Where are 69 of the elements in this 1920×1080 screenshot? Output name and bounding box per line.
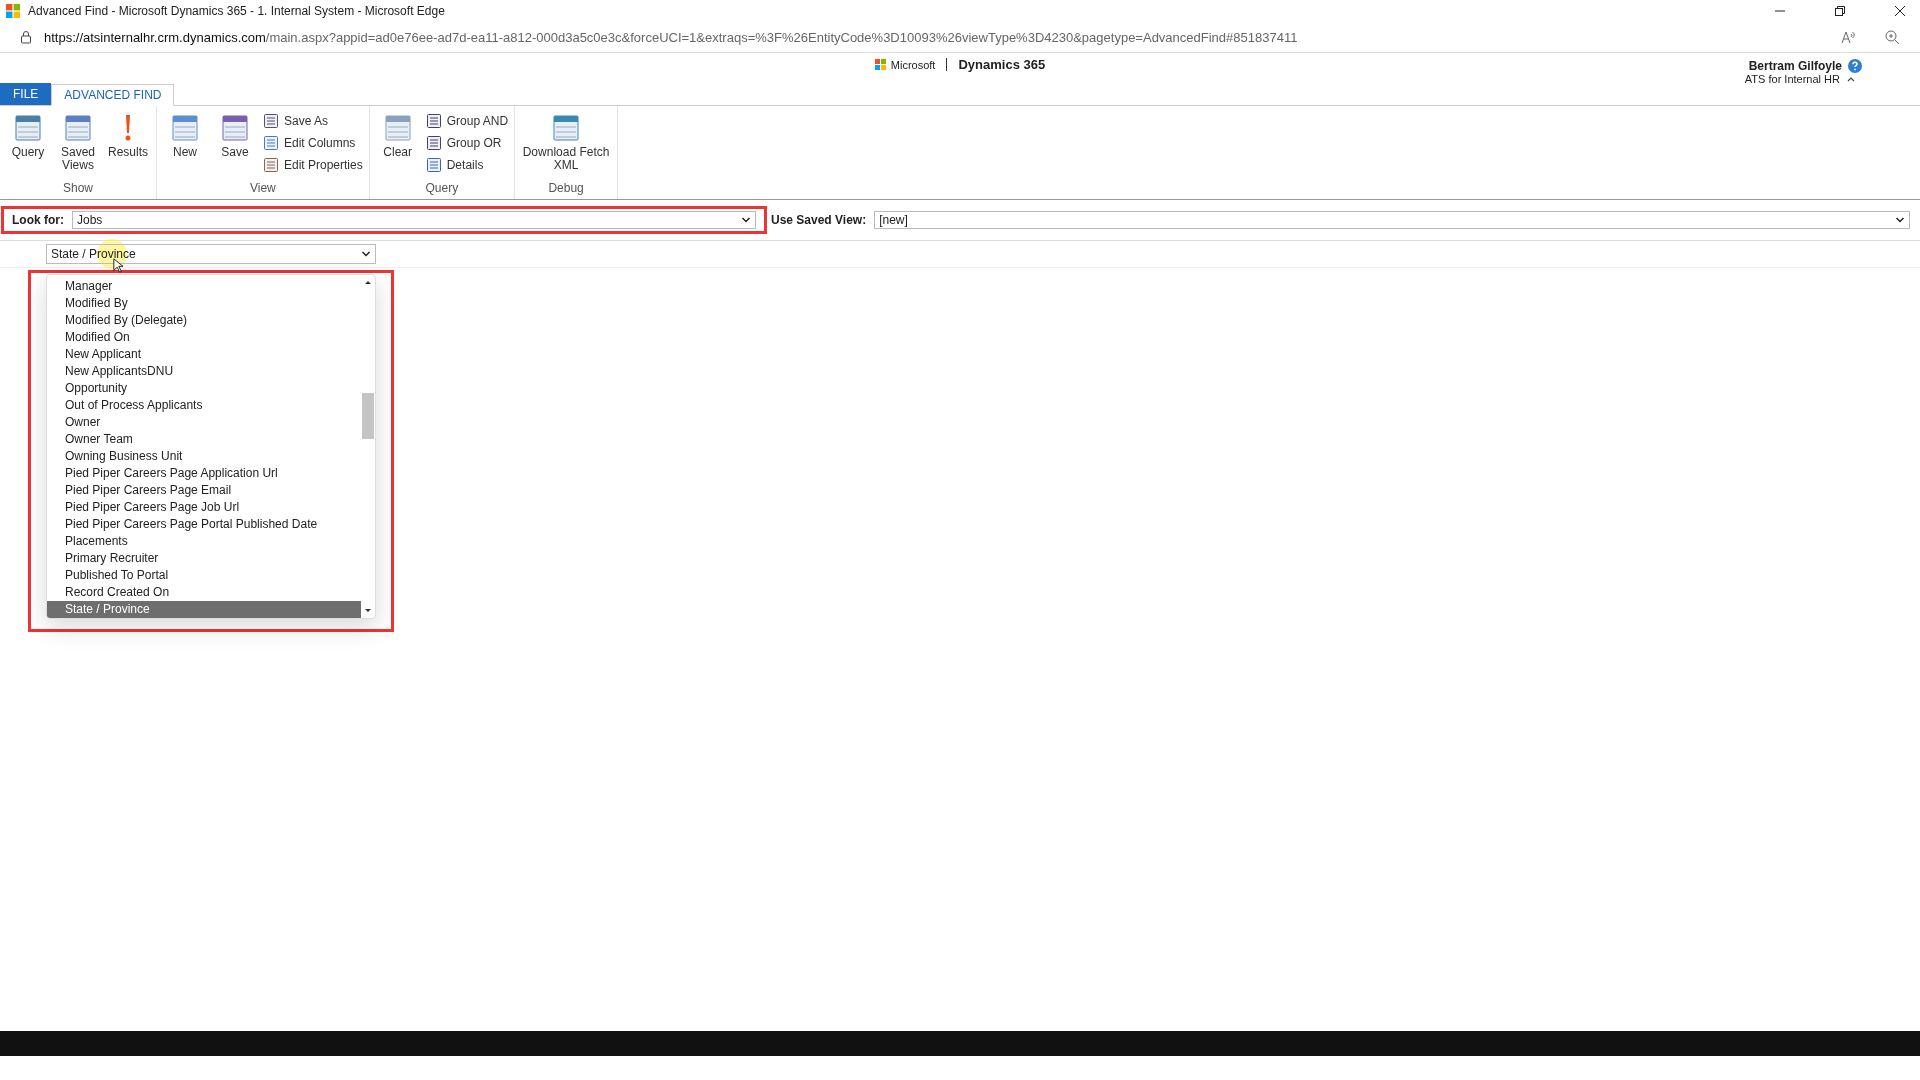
field-option[interactable]: Out of Process Applicants (47, 397, 361, 414)
new-view-icon (169, 112, 201, 144)
ribbon-button[interactable]: Save As (261, 112, 365, 130)
scroll-down-icon[interactable] (364, 608, 372, 614)
saved-view-dropdown[interactable]: [new] (874, 211, 1910, 229)
field-dropdown[interactable]: State / Province (46, 244, 376, 264)
ribbon-group-label: Debug (548, 181, 584, 195)
field-option[interactable]: Modified By (47, 295, 361, 312)
ribbon-button[interactable]: Clear (373, 110, 422, 181)
ribbon-tab[interactable]: ADVANCED FIND (51, 84, 175, 106)
exclamation-icon (124, 114, 132, 142)
field-option[interactable]: Record Created On (47, 584, 361, 601)
ribbon-group-label: View (249, 181, 276, 195)
ribbon-button[interactable]: New (161, 110, 209, 181)
organization-name: ATS for Internal HR (1744, 73, 1840, 85)
help-icon[interactable] (1848, 59, 1862, 73)
lock-icon[interactable] (20, 30, 32, 44)
chevron-down-icon (1895, 215, 1905, 225)
scroll-up-icon[interactable] (364, 279, 372, 285)
window-title: Advanced Find - Microsoft Dynamics 365 - 1. Internal System - Microsoft Edge (28, 4, 445, 18)
ribbon-button[interactable]: Edit Properties (261, 156, 365, 174)
field-option[interactable]: Placements (47, 533, 361, 550)
ribbon-button[interactable]: Group AND (423, 112, 511, 130)
field-option[interactable]: Pied Piper Careers Page Application Url (47, 465, 361, 482)
ribbon-button[interactable]: Download Fetch XML (519, 110, 614, 181)
ribbon-button[interactable]: Results (104, 110, 152, 181)
field-option[interactable]: Owning Business Unit (47, 448, 361, 465)
field-option[interactable]: Manager (47, 278, 361, 295)
field-option[interactable]: Modified On (47, 329, 361, 346)
details-icon (425, 157, 442, 173)
chevron-down-icon (361, 249, 371, 259)
product-name: Dynamics 365 (958, 57, 1046, 72)
ribbon-group-label: Show (63, 181, 93, 195)
field-option[interactable]: New ApplicantsDNU (47, 363, 361, 380)
brand-name: Microsoft (890, 58, 936, 71)
read-aloud-icon[interactable] (1840, 29, 1856, 45)
zoom-icon[interactable] (1884, 29, 1900, 45)
ribbon-button[interactable]: Group OR (423, 134, 511, 152)
ribbon-tab[interactable]: FILE (0, 83, 52, 105)
restore-icon[interactable] (1834, 5, 1846, 17)
field-option[interactable]: Pied Piper Careers Page Portal Published Date (47, 516, 361, 533)
look-for-label: Look for: (12, 213, 64, 227)
saved-views-icon (62, 112, 94, 144)
edge-logo-icon (6, 4, 20, 18)
field-option[interactable]: Owner (47, 414, 361, 431)
field-option[interactable]: Owner Team (47, 431, 361, 448)
field-option[interactable]: Pied Piper Careers Page Email (47, 482, 361, 499)
field-option[interactable]: Published To Portal (47, 567, 361, 584)
user-name[interactable]: Bertram Gilfoyle (1748, 59, 1842, 73)
field-option[interactable]: State / Province (47, 601, 361, 618)
field-option[interactable]: Pied Piper Careers Page Job Url (47, 499, 361, 516)
look-for-dropdown[interactable]: Jobs (72, 211, 756, 229)
microsoft-logo-icon (874, 59, 886, 70)
ribbon-button[interactable]: Save (211, 110, 259, 181)
query-icon (12, 112, 44, 144)
field-option[interactable]: Opportunity (47, 380, 361, 397)
saved-view-label: Use Saved View: (771, 213, 867, 227)
ribbon-group-label: Query (425, 181, 459, 195)
field-option[interactable]: New Applicant (47, 346, 361, 363)
field-option[interactable]: Primary Recruiter (47, 550, 361, 567)
ribbon-button[interactable]: Details (423, 156, 511, 174)
ribbon-button[interactable]: Edit Columns (261, 134, 365, 152)
chevron-down-icon (741, 215, 751, 225)
close-icon[interactable] (1894, 5, 1906, 17)
scrollbar-thumb[interactable] (362, 393, 374, 439)
field-option[interactable]: Modified By (Delegate) (47, 312, 361, 329)
address-url[interactable]: https://atsinternalhr.crm.dynamics.com/main.aspx?appid=ad0e76ee-ad7d-ea11-a812-000d3a5c0e3c&forceUCI=1&extraqs=%3F%26EntityCode%3D10093%26viewType%3D4230&pagetype=AdvancedFind#851837411 (44, 29, 1298, 45)
ribbon-button[interactable]: Saved Views (54, 110, 102, 181)
ribbon-button[interactable]: Query (4, 110, 52, 181)
